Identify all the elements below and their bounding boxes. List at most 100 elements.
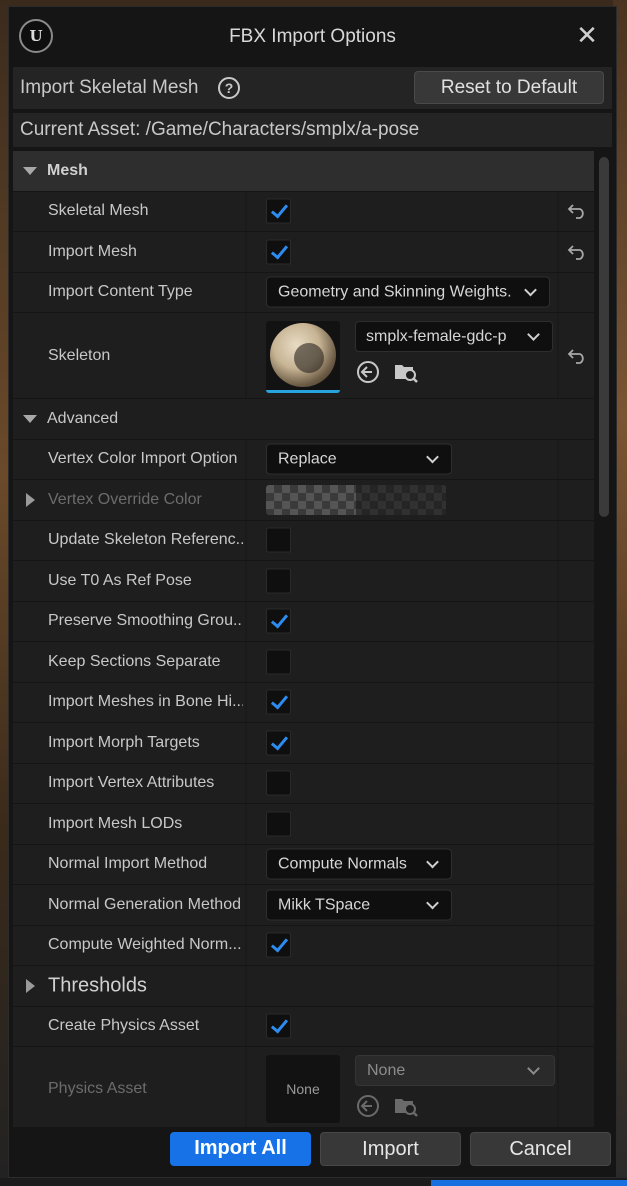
import-mesh-lods-checkbox[interactable] [266, 811, 291, 837]
use-selected-asset-icon[interactable] [355, 359, 381, 385]
reset-arrow-icon[interactable] [567, 203, 587, 220]
row-skeletal-mesh: Skeletal Mesh [13, 191, 594, 232]
row-label: Import Content Type [48, 283, 193, 301]
row-value-cell [247, 191, 557, 231]
normal-generation-method-dropdown[interactable]: Mikk TSpace [266, 889, 452, 921]
dropdown-value: Geometry and Skinning Weights. [278, 283, 512, 301]
expand-arrow-icon[interactable] [26, 978, 35, 993]
chevron-down-icon [524, 283, 537, 297]
import-vertex-attributes-checkbox[interactable] [266, 770, 291, 796]
physics-asset-dropdown: None [355, 1055, 555, 1086]
compute-weighted-normals-checkbox[interactable] [266, 932, 291, 958]
row-reset-cell [559, 191, 594, 231]
row-label: Import Mesh [48, 242, 137, 260]
reset-arrow-icon[interactable] [567, 348, 587, 364]
preserve-smoothing-groups-checkbox[interactable] [266, 608, 291, 634]
row-name-cell: Vertex Override Color [13, 480, 245, 520]
current-asset-text: Current Asset: /Game/Characters/smplx/a-… [20, 119, 420, 140]
chevron-down-icon [527, 1062, 540, 1075]
dropdown-value: Compute Normals [278, 855, 407, 873]
category-thresholds[interactable]: Thresholds [13, 966, 594, 1007]
import-content-type-dropdown[interactable]: Geometry and Skinning Weights. [266, 276, 550, 308]
row-name-cell: Keep Sections Separate [13, 642, 245, 682]
row-label: Normal Generation Method [48, 895, 241, 913]
row-name-cell: Compute Weighted Norm... [13, 925, 245, 965]
row-value-cell [247, 763, 557, 803]
skeletal-mesh-checkbox[interactable] [266, 198, 291, 224]
row-name-cell: Update Skeleton Referenc... [13, 520, 245, 560]
title-bar[interactable]: U FBX Import Options ✕ [9, 7, 616, 67]
row-value-cell [247, 642, 557, 682]
row-name-cell: Import Morph Targets [13, 723, 245, 763]
use-selected-asset-icon [357, 1095, 379, 1117]
chevron-down-icon [426, 855, 439, 869]
keep-sections-separate-checkbox[interactable] [266, 649, 291, 675]
browse-asset-icon[interactable] [393, 359, 419, 385]
dropdown-value: smplx-female-gdc-p [366, 328, 507, 345]
use-t0-as-ref-pose-checkbox[interactable] [266, 568, 291, 594]
current-asset-row: Current Asset: /Game/Characters/smplx/a-… [13, 113, 612, 147]
expand-arrow-icon [23, 167, 37, 175]
row-label: Use T0 As Ref Pose [48, 571, 192, 589]
row-reset-cell [559, 844, 594, 884]
row-physics-asset: Physics Asset None None [13, 1047, 594, 1131]
row-reset-cell [559, 561, 594, 601]
category-label: Advanced [47, 410, 119, 427]
row-name-cell: Normal Generation Method [13, 885, 245, 925]
row-label: Import Meshes in Bone Hi... [48, 693, 243, 711]
row-value-cell [247, 601, 557, 641]
row-name-cell: Physics Asset [13, 1047, 245, 1130]
row-name-cell: Import Meshes in Bone Hi... [13, 682, 245, 722]
row-value-cell [247, 966, 557, 1006]
row-value-cell [247, 561, 557, 601]
dialog-footer: Import All Import Cancel [9, 1127, 616, 1177]
expand-arrow-icon[interactable] [26, 492, 35, 507]
row-reset-cell [559, 601, 594, 641]
cancel-button[interactable]: Cancel [470, 1132, 611, 1166]
browse-asset-icon [395, 1099, 418, 1117]
update-skeleton-reference-checkbox[interactable] [266, 527, 291, 553]
dropdown-value: Replace [278, 450, 337, 468]
vertex-color-import-dropdown[interactable]: Replace [266, 443, 452, 475]
row-value-cell [247, 804, 557, 844]
row-normal-import-method: Normal Import Method Compute Normals [13, 844, 594, 885]
skeleton-dropdown[interactable]: smplx-female-gdc-p [355, 321, 553, 352]
row-label: Preserve Smoothing Grou... [48, 612, 243, 630]
row-use-t0-as-ref-pose: Use T0 As Ref Pose [13, 561, 594, 602]
options-panel[interactable]: Mesh Skeletal Mesh Import Mesh Import Co… [13, 151, 594, 1131]
vertex-override-color-swatch[interactable] [266, 484, 446, 515]
row-name-cell: Import Mesh LODs [13, 804, 245, 844]
import-all-button[interactable]: Import All [170, 1132, 311, 1166]
create-physics-asset-checkbox[interactable] [266, 1013, 291, 1039]
row-reset-cell [559, 763, 594, 803]
import-mesh-checkbox[interactable] [266, 239, 291, 265]
reset-arrow-icon[interactable] [567, 244, 587, 260]
row-label: Vertex Color Import Option [48, 450, 238, 468]
skeleton-thumbnail[interactable] [266, 321, 340, 393]
row-value-cell [247, 232, 557, 272]
row-name-cell: Skeletal Mesh [13, 191, 245, 231]
import-morph-targets-checkbox[interactable] [266, 730, 291, 756]
import-meshes-in-bone-hierarchy-checkbox[interactable] [266, 689, 291, 715]
category-mesh[interactable]: Mesh [13, 151, 594, 192]
row-value-cell: Compute Normals [247, 844, 557, 884]
row-reset-cell [559, 966, 594, 1006]
row-reset-cell [559, 480, 594, 520]
close-button[interactable]: ✕ [574, 22, 600, 49]
row-value-cell: Replace [247, 439, 557, 479]
import-button[interactable]: Import [320, 1132, 461, 1166]
row-vertex-override-color: Vertex Override Color [13, 480, 594, 521]
row-import-mesh-lods: Import Mesh LODs [13, 804, 594, 845]
reset-to-default-button[interactable]: Reset to Default [414, 71, 604, 104]
scrollbar-thumb[interactable] [599, 157, 609, 517]
row-label: Create Physics Asset [48, 1017, 200, 1035]
row-label: Import Mesh LODs [48, 814, 183, 832]
chevron-down-icon [426, 896, 439, 910]
thumbnail-shade [294, 343, 324, 373]
chevron-down-icon [527, 328, 540, 341]
import-header: Import Skeletal Mesh ? Reset to Default [13, 67, 612, 109]
help-icon[interactable]: ? [218, 77, 240, 99]
row-value-cell [247, 520, 557, 560]
normal-import-method-dropdown[interactable]: Compute Normals [266, 848, 452, 880]
category-advanced[interactable]: Advanced [13, 399, 594, 440]
